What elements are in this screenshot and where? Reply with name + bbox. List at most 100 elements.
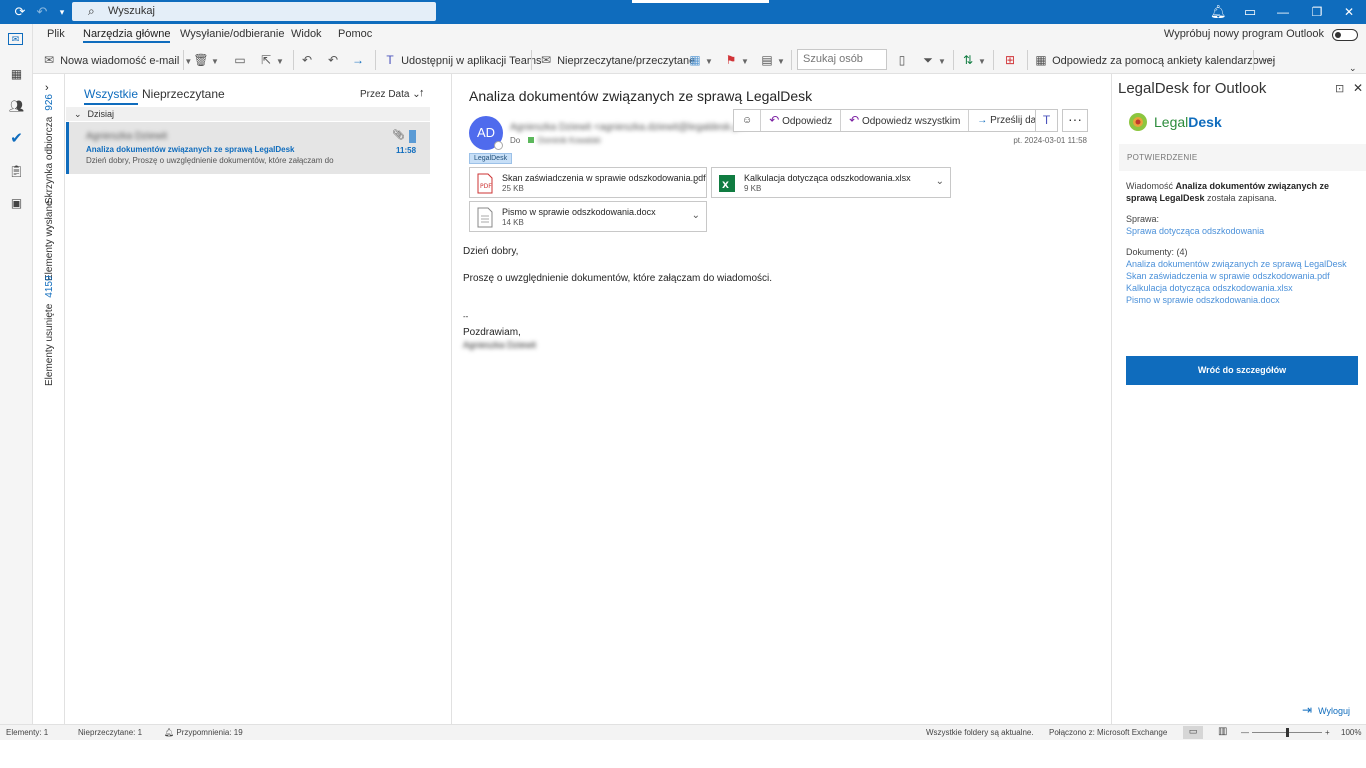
move-button[interactable]: ⇱ ▼	[258, 52, 284, 68]
address-book-button[interactable]: ▯	[894, 52, 910, 68]
teams-share-button[interactable]: T	[1035, 109, 1058, 132]
search-people-input[interactable]: Szukaj osób	[797, 49, 887, 70]
chevron-down-icon: ▼	[184, 57, 193, 66]
try-new-outlook-label: Wypróbuj nowy program Outlook	[1163, 28, 1324, 40]
move-icon: ⇱	[260, 53, 272, 67]
undo-icon[interactable]: ↶	[34, 4, 50, 20]
categorize-button[interactable]: ▦ ▼	[687, 52, 713, 68]
reply-all-action-button[interactable]: ↶ Odpowiedz wszystkim	[841, 110, 970, 131]
chevron-down-icon[interactable]: ⌄	[692, 210, 700, 221]
attachment-pdf[interactable]: PDF Skan zaświadczenia w sprawie odszkod…	[469, 167, 707, 198]
menu-help[interactable]: Pomoc	[338, 28, 372, 40]
attachment-size: 14 KB	[502, 218, 524, 227]
emoji-button[interactable]: ☺	[734, 110, 762, 131]
rules-button[interactable]: ▤ ▼	[759, 52, 785, 68]
tab-unread[interactable]: Nieprzeczytane	[142, 87, 225, 101]
category-tag[interactable]: LegalDesk	[469, 153, 513, 164]
envelope-open-icon: ✉	[540, 53, 552, 67]
logout-button[interactable]: ⇥ Wyloguj	[1302, 703, 1350, 717]
emoji-icon: ☺	[742, 115, 753, 126]
pin-icon[interactable]: ⊡	[1335, 82, 1344, 95]
new-email-button[interactable]: ✉ Nowa wiadomość e-mail ▼	[41, 52, 192, 68]
share-teams-label: Udostępnij w aplikacji Teams	[401, 55, 542, 67]
rules-icon: ▤	[761, 53, 773, 67]
folder-inbox[interactable]: Skrzynka odbiorcza 926	[44, 94, 55, 204]
unread-read-button[interactable]: ✉ Nieprzeczytane/przeczytane	[538, 52, 695, 68]
normal-view-button[interactable]: ▭	[1183, 726, 1203, 739]
message-from[interactable]: Agnieszka Dziewit <agnieszka.dziewit@leg…	[510, 122, 747, 133]
sort-direction-icon[interactable]: ↑	[419, 87, 425, 99]
try-new-outlook-toggle[interactable]	[1332, 29, 1358, 41]
zoom-level[interactable]: 100%	[1341, 728, 1361, 737]
document-link[interactable]: Skan zaświadczenia w sprawie odszkodowan…	[1126, 270, 1330, 282]
case-link[interactable]: Sprawa dotycząca odszkodowania	[1126, 225, 1264, 237]
document-link[interactable]: Kalkulacja dotycząca odszkodowania.xlsx	[1126, 282, 1293, 294]
todo-check-icon[interactable]: ✔	[8, 130, 25, 147]
sort-label: Przez Data	[360, 89, 410, 100]
zoom-in-button[interactable]: +	[1325, 728, 1330, 737]
trash-icon: 🗑︎	[193, 53, 209, 67]
quick-access-menu-icon[interactable]: ▾	[54, 4, 70, 20]
reading-view-button[interactable]: ▥	[1218, 726, 1227, 737]
share-teams-button[interactable]: T Udostępnij w aplikacji Teams	[382, 52, 541, 68]
group-header[interactable]: ⌄ Dzisiaj	[66, 107, 430, 121]
people-icon[interactable]: 👥︎	[8, 98, 25, 115]
menu-send-receive[interactable]: Wysyłanie/odbieranie	[180, 28, 284, 40]
reply-all-button[interactable]: ↶	[325, 52, 341, 68]
bell-icon[interactable]: 🔔︎	[1210, 4, 1227, 20]
sort-dropdown[interactable]: Przez Data ⌄	[360, 89, 421, 100]
forward-button[interactable]: →	[350, 52, 366, 68]
display-settings-icon[interactable]: ▭	[1242, 4, 1258, 20]
menu-view[interactable]: Widok	[291, 28, 322, 40]
addin-button[interactable]: ⊞	[1002, 52, 1018, 68]
logo-part-desk: Desk	[1188, 114, 1222, 130]
document-link[interactable]: Analiza dokumentów związanych ze sprawą …	[1126, 258, 1347, 270]
paperclip-icon: 📎︎	[392, 130, 405, 141]
delete-button[interactable]: 🗑︎ ▼	[193, 52, 219, 68]
sync-contacts-button[interactable]: ⇅ ▼	[960, 52, 986, 68]
reply-action-button[interactable]: ↶ Odpowiedz	[761, 110, 842, 131]
zoom-slider-thumb[interactable]	[1286, 728, 1289, 737]
close-button[interactable]: ✕	[1332, 0, 1366, 24]
list-item[interactable]: Agnieszka Dziewit Analiza dokumentów zwi…	[66, 122, 430, 174]
apps-icon[interactable]: ▣	[8, 195, 25, 212]
zoom-out-button[interactable]: —	[1241, 728, 1249, 737]
filter-button[interactable]: ⏷ ▼	[920, 52, 946, 68]
restore-button[interactable]: ❐	[1300, 0, 1334, 24]
folder-sent[interactable]: Elementy wysłane	[44, 200, 55, 281]
archive-button[interactable]: ▭	[232, 52, 248, 68]
search-input[interactable]: ⌕ Wyszukaj	[72, 2, 436, 21]
sync-icon[interactable]: ⟳	[12, 4, 28, 20]
back-to-details-button[interactable]: Wróć do szczegółów	[1126, 356, 1358, 385]
reply-label: Odpowiedz	[782, 116, 833, 127]
close-icon[interactable]: ✕	[1353, 81, 1363, 95]
expand-folder-pane-icon[interactable]: ›	[45, 82, 49, 94]
excel-file-icon: X	[719, 175, 735, 192]
tasks-icon[interactable]: 📋︎	[8, 163, 25, 180]
status-bar: Elementy: 1 Nieprzeczytane: 1 🔔︎ Przypom…	[0, 724, 1366, 740]
mail-icon[interactable]: ✉	[8, 33, 23, 45]
folder-deleted[interactable]: Elementy usunięte 4159	[44, 275, 55, 386]
menu-file[interactable]: Plik	[47, 28, 65, 40]
attachment-docx[interactable]: Pismo w sprawie odszkodowania.docx 14 KB…	[469, 201, 707, 232]
body-closing: Pozdrawiam,	[463, 327, 521, 338]
menu-home[interactable]: Narzędzia główne	[83, 28, 171, 43]
flag-button[interactable]: ⚑ ▼	[723, 52, 749, 68]
ribbon-more-button[interactable]: ···	[1263, 52, 1276, 68]
attachment-xlsx[interactable]: X Kalkulacja dotycząca odszkodowania.xls…	[711, 167, 951, 198]
chevron-down-icon[interactable]: ⌄	[692, 176, 700, 187]
logo-part-legal: Legal	[1154, 114, 1189, 130]
calendar-icon[interactable]: ▦	[8, 66, 25, 83]
message-to[interactable]: Dominik Kowalski	[538, 136, 601, 145]
minimize-button[interactable]: —	[1266, 0, 1300, 24]
tab-all[interactable]: Wszystkie	[84, 87, 138, 105]
chevron-down-icon[interactable]: ⌄	[936, 176, 944, 187]
document-link[interactable]: Pismo w sprawie odszkodowania.docx	[1126, 294, 1280, 306]
status-reminders[interactable]: 🔔︎ Przypomnienia: 19	[164, 728, 243, 737]
reply-button[interactable]: ↶	[299, 52, 315, 68]
more-icon: ···	[1068, 111, 1082, 127]
more-actions-button[interactable]: ···	[1062, 109, 1088, 132]
reply-survey-button[interactable]: ▦ Odpowiedz za pomocą ankiety kalendarzo…	[1033, 52, 1275, 68]
forward-icon: →	[352, 53, 364, 67]
body-greeting: Dzień dobry,	[463, 246, 519, 257]
